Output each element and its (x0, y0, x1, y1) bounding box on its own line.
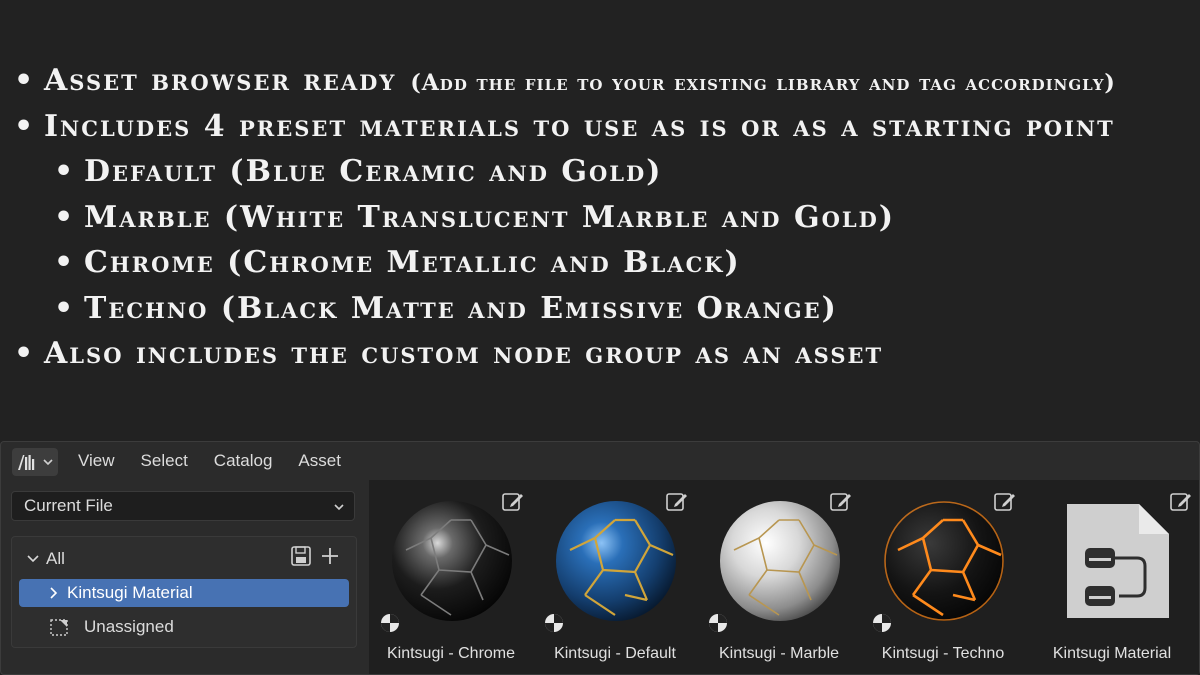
material-preview-chrome (392, 501, 512, 621)
feature-preset-chrome: • Chrome (Chrome Metallic and Black) (14, 240, 1116, 286)
chevron-down-icon (43, 459, 53, 466)
bullet-icon: • (54, 154, 76, 189)
material-type-icon (709, 614, 727, 632)
feature-preset-techno: • Techno (Black Matte and Emissive Orang… (14, 286, 1116, 332)
material-preview-marble (720, 501, 840, 621)
catalog-all[interactable]: All (26, 547, 65, 571)
editor-type-button[interactable] (12, 448, 58, 476)
material-preview-default (556, 501, 676, 621)
feature-preset-default: • Default (Blue Ceramic and Gold) (14, 149, 1116, 195)
asset-tile-chrome[interactable]: Kintsugi - Chrome (369, 480, 533, 674)
asset-browser-icon (18, 455, 35, 470)
catalog-all-label: All (46, 549, 65, 568)
feature-text: Techno (Black Matte and Emissive Orange) (84, 290, 838, 326)
asset-name: Kintsugi - Marble (718, 645, 840, 662)
asset-browser-header: View Select Catalog Asset (1, 442, 1199, 480)
bullet-icon: • (14, 63, 36, 98)
material-preview-techno (884, 501, 1004, 621)
feature-text: Also includes the custom node group as a… (44, 336, 884, 371)
asset-name: Kintsugi Material (1052, 645, 1172, 662)
catalog-tools (290, 545, 340, 567)
feature-preset-marble: • Marble (White Translucent Marble and G… (14, 195, 1116, 241)
bullet-icon: • (14, 336, 36, 371)
feature-asset-browser: • Asset browser ready (Add the file to y… (14, 58, 1116, 104)
menu-asset[interactable]: Asset (298, 451, 341, 471)
feature-presets: • Includes 4 preset materials to use as … (14, 104, 1116, 150)
asset-tile-techno[interactable]: Kintsugi - Techno (861, 480, 1025, 674)
catalog-tree: All Kintsugi Material Unassigned (11, 536, 357, 648)
feature-list: • Asset browser ready (Add the file to y… (14, 58, 1116, 377)
node-group-file-icon (1067, 504, 1169, 618)
feature-text: Asset browser ready (44, 63, 397, 98)
asset-grid: Kintsugi - Chrome Kintsugi - Default Kin… (369, 480, 1199, 674)
menu-view[interactable]: View (78, 451, 115, 471)
asset-name: Kintsugi - Chrome (386, 645, 516, 662)
asset-browser-panel: View Select Catalog Asset Current File A… (0, 441, 1200, 675)
unassigned-icon (50, 619, 68, 636)
catalog-unassigned-label: Unassigned (84, 617, 174, 636)
asset-tile-node-group[interactable]: Kintsugi Material (1025, 480, 1199, 674)
feature-note: (Add the file to your existing library a… (410, 70, 1116, 96)
bullet-icon: • (54, 245, 76, 280)
catalog-item-kintsugi-material[interactable]: Kintsugi Material (19, 579, 349, 607)
chevron-down-icon (27, 555, 39, 563)
chevron-down-icon (334, 504, 344, 511)
asset-tile-marble[interactable]: Kintsugi - Marble (697, 480, 861, 674)
feature-text: Chrome (Chrome Metallic and Black) (84, 245, 741, 280)
material-type-icon (873, 614, 891, 632)
chevron-right-icon (50, 587, 58, 599)
material-type-icon (381, 614, 399, 632)
bullet-icon: • (14, 108, 36, 144)
feature-text: Marble (White Translucent Marble and Gol… (84, 199, 896, 235)
header-menu: View Select Catalog Asset (78, 442, 367, 480)
asset-tile-default[interactable]: Kintsugi - Default (533, 480, 697, 674)
asset-library-select[interactable]: Current File (11, 491, 355, 521)
asset-name: Kintsugi - Default (554, 645, 676, 662)
add-icon[interactable] (320, 546, 340, 566)
catalog-item-label: Kintsugi Material (67, 583, 193, 602)
asset-name: Kintsugi - Techno (881, 645, 1005, 662)
bullet-icon: • (54, 199, 76, 235)
save-icon[interactable] (290, 545, 312, 567)
feature-node-group: • Also includes the custom node group as… (14, 331, 1116, 377)
feature-text: Includes 4 preset materials to use as is… (44, 108, 1115, 144)
material-type-icon (545, 614, 563, 632)
asset-library-value: Current File (24, 496, 113, 515)
catalog-unassigned[interactable]: Unassigned (48, 615, 174, 639)
feature-text: Default (Blue Ceramic and Gold) (84, 154, 663, 189)
menu-catalog[interactable]: Catalog (214, 451, 273, 471)
bullet-icon: • (54, 290, 76, 326)
menu-select[interactable]: Select (141, 451, 188, 471)
